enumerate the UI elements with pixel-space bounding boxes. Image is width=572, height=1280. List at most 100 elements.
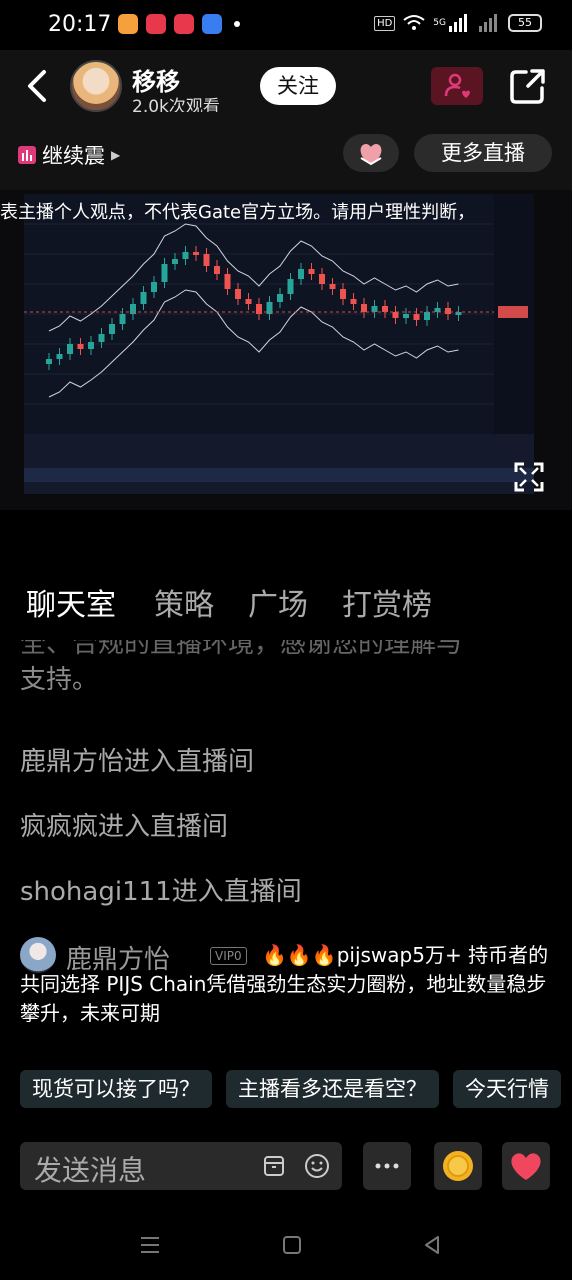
viewer-count: 2.0k次观看 bbox=[132, 97, 220, 112]
candle bbox=[424, 312, 430, 320]
heart-icon bbox=[511, 1153, 541, 1180]
candle bbox=[161, 264, 168, 282]
blue-app-icon bbox=[202, 14, 222, 34]
candle bbox=[172, 259, 178, 264]
taskbar bbox=[24, 468, 534, 482]
price-tag bbox=[498, 306, 528, 318]
signal-icon-2 bbox=[479, 14, 497, 32]
live-bars-icon bbox=[18, 146, 36, 164]
signal-icon bbox=[449, 14, 467, 32]
chat-system-message: 疯疯疯进入直播间 bbox=[20, 812, 229, 842]
candle bbox=[245, 299, 252, 304]
hand-heart-icon bbox=[360, 144, 382, 166]
disclaimer-banner: 表主播个人观点，不代表Gate官方立场。请用户理性判断， bbox=[0, 202, 476, 223]
candle bbox=[109, 324, 115, 334]
candle bbox=[371, 306, 378, 312]
chat-system-message: shohagi111进入直播间 bbox=[20, 877, 302, 907]
quick-reply-chips: 现货可以接了吗？ 主播看多还是看空？ 今天行情 bbox=[20, 1070, 561, 1108]
candle bbox=[329, 284, 336, 289]
status-indicators: HD 5G 55 bbox=[374, 14, 542, 32]
candle bbox=[445, 308, 451, 314]
heart-gift-button[interactable] bbox=[343, 134, 399, 172]
status-bar: 20:17 HD 5G 55 bbox=[0, 0, 572, 50]
candle bbox=[119, 314, 126, 324]
content-tabs: 聊天室 策略 广场 打赏榜 bbox=[0, 580, 572, 630]
candle bbox=[151, 282, 157, 292]
candle bbox=[77, 344, 84, 349]
candle bbox=[224, 274, 231, 289]
music-app-icon bbox=[146, 14, 166, 34]
candle bbox=[413, 314, 420, 320]
candle bbox=[340, 289, 346, 299]
candle bbox=[382, 306, 388, 312]
chevron-right-icon: ▶ bbox=[111, 148, 121, 162]
streamer-avatar[interactable] bbox=[70, 60, 122, 112]
chat-message-partial-end: 支持。 bbox=[20, 665, 99, 695]
more-dots-icon bbox=[375, 1163, 399, 1169]
wifi-icon bbox=[403, 15, 425, 30]
chat-message-partial: 全、合规的直播环境，感谢您的理解与 bbox=[20, 640, 463, 659]
gift-coin-button[interactable] bbox=[434, 1142, 482, 1190]
hd-badge: HD bbox=[374, 15, 396, 31]
vip-badge: VIP0 bbox=[210, 947, 247, 965]
user-name[interactable]: 鹿鼎方怡 bbox=[66, 939, 170, 976]
share-icon[interactable] bbox=[508, 66, 548, 106]
chat-list[interactable]: 全、合规的直播环境，感谢您的理解与 支持。 鹿鼎方怡进入直播间 疯疯疯进入直播间… bbox=[20, 640, 560, 1025]
home-icon[interactable] bbox=[280, 1233, 304, 1257]
candle bbox=[403, 314, 409, 318]
candle bbox=[392, 312, 399, 318]
tab-square[interactable]: 广场 bbox=[248, 580, 308, 624]
status-time: 20:17 bbox=[48, 12, 112, 37]
message-input[interactable]: 发送消息 bbox=[20, 1142, 342, 1190]
candle bbox=[214, 266, 220, 274]
battery-icon: 55 bbox=[508, 14, 542, 32]
candle bbox=[308, 269, 315, 274]
notification-dot-icon bbox=[234, 21, 240, 27]
box-icon[interactable] bbox=[262, 1154, 286, 1178]
back-icon[interactable] bbox=[22, 68, 54, 104]
user-avatar[interactable] bbox=[20, 937, 56, 973]
trading-chart-screen bbox=[24, 194, 534, 494]
more-options-button[interactable] bbox=[363, 1142, 411, 1190]
live-title-row[interactable]: 继续震 ▶ bbox=[18, 140, 120, 170]
quick-reply-chip[interactable]: 主播看多还是看空？ bbox=[226, 1070, 439, 1108]
chat-system-message: 鹿鼎方怡进入直播间 bbox=[20, 747, 255, 777]
candle bbox=[193, 252, 199, 255]
tab-strategy[interactable]: 策略 bbox=[154, 580, 214, 624]
live-title: 继续震 bbox=[42, 144, 105, 168]
system-nav-bar bbox=[0, 1225, 572, 1265]
candle bbox=[46, 359, 52, 364]
candle bbox=[203, 254, 210, 266]
like-button[interactable] bbox=[502, 1142, 550, 1190]
coin-icon bbox=[443, 1151, 473, 1181]
fan-club-button[interactable] bbox=[431, 67, 483, 105]
live-header: 移移 2.0k次观看 关注 继续震 ▶ 更多直播 bbox=[0, 50, 572, 190]
candle bbox=[67, 344, 73, 354]
candle bbox=[361, 304, 367, 312]
quick-reply-chip[interactable]: 今天行情 bbox=[453, 1070, 561, 1108]
message-input-placeholder: 发送消息 bbox=[34, 1154, 147, 1187]
candle bbox=[182, 252, 189, 259]
tab-chat-room[interactable]: 聊天室 bbox=[26, 580, 116, 624]
live-video-player[interactable]: 表主播个人观点，不代表Gate官方立场。请用户理性判断， bbox=[0, 190, 572, 510]
status-app-icons bbox=[118, 14, 240, 34]
candlestick-chart bbox=[24, 194, 534, 494]
fullscreen-icon[interactable] bbox=[512, 460, 546, 494]
candle bbox=[235, 289, 241, 299]
candle bbox=[298, 269, 304, 279]
tab-tip-ranking[interactable]: 打赏榜 bbox=[342, 580, 432, 624]
follow-button[interactable]: 关注 bbox=[260, 67, 336, 105]
candle bbox=[350, 299, 357, 304]
network-type: 5G bbox=[433, 18, 446, 28]
candle bbox=[287, 279, 294, 294]
emoji-icon[interactable] bbox=[304, 1153, 330, 1179]
back-nav-icon[interactable] bbox=[420, 1233, 444, 1257]
candle bbox=[277, 294, 283, 302]
menu-icon[interactable] bbox=[138, 1233, 162, 1257]
candle bbox=[140, 292, 147, 304]
candle bbox=[434, 308, 441, 312]
quick-reply-chip[interactable]: 现货可以接了吗？ bbox=[20, 1070, 212, 1108]
news-app-icon bbox=[174, 14, 194, 34]
taobao-app-icon bbox=[118, 14, 138, 34]
more-live-button[interactable]: 更多直播 bbox=[414, 134, 552, 172]
